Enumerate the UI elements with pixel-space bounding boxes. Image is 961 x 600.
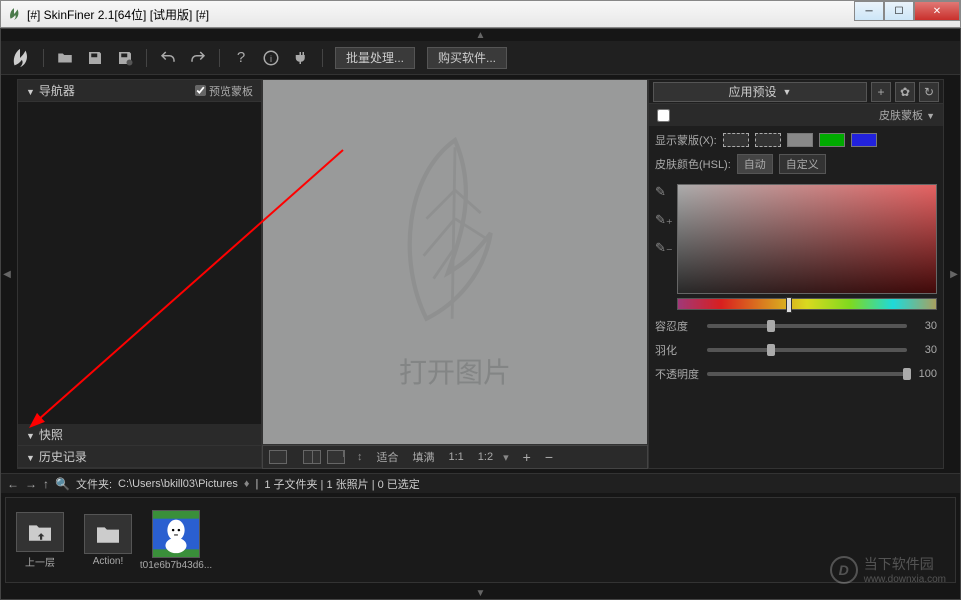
thumb-folder[interactable]: Action! — [78, 514, 138, 567]
close-button[interactable]: ✕ — [914, 1, 960, 21]
eyedropper-icon[interactable]: ✎ — [655, 184, 671, 200]
canvas-area[interactable]: 打开图片 — [262, 79, 648, 445]
snapshot-header[interactable]: ▼快照 — [18, 424, 261, 446]
nav-up-icon[interactable]: ↑ — [43, 477, 49, 491]
view-split-h-button[interactable] — [327, 450, 345, 464]
mask-swatch-dashed[interactable] — [755, 133, 781, 147]
path-stats: 1 子文件夹 | 1 张照片 | 0 已选定 — [264, 476, 419, 492]
mask-swatch-gray[interactable] — [787, 133, 813, 147]
history-label: 历史记录 — [39, 450, 87, 464]
window-title: [#] SkinFiner 2.1[64位] [试用版] [#] — [27, 6, 209, 23]
zoom-out-button[interactable]: − — [545, 449, 553, 465]
thumb-image[interactable]: t01e6b7b43d6... — [146, 510, 206, 571]
collapse-right-arrow[interactable]: ▶ — [948, 75, 960, 473]
feather-label: 羽化 — [655, 342, 701, 358]
center-panel: 打开图片 ↕ 适合 填满 1:1 1:2 ▾ + − — [262, 79, 648, 469]
opacity-value: 100 — [913, 368, 937, 380]
opacity-label: 不透明度 — [655, 366, 701, 382]
leaf-placeholder-icon — [380, 133, 530, 333]
app-icon — [7, 7, 21, 21]
mask-swatch-green[interactable] — [819, 133, 845, 147]
save-as-icon[interactable] — [116, 49, 134, 67]
mode-custom-button[interactable]: 自定义 — [779, 154, 826, 174]
preview-mask-checkbox[interactable]: 预览蒙板 — [195, 83, 253, 99]
hue-slider[interactable] — [677, 298, 937, 310]
apply-preset-button[interactable]: 应用预设▼ — [653, 82, 867, 102]
canvas-toolbar: ↕ 适合 填满 1:1 1:2 ▾ + − — [262, 445, 648, 469]
skin-color-label: 皮肤颜色(HSL): — [655, 156, 731, 172]
help-icon[interactable]: ? — [232, 49, 250, 67]
history-header[interactable]: ▼历史记录 — [18, 446, 261, 468]
minimize-button[interactable]: ─ — [854, 1, 884, 21]
navigator-label: 导航器 — [39, 84, 75, 98]
left-panel: ▼导航器 预览蒙板 ▼快照 ▼历史记录 — [17, 79, 262, 469]
mode-auto-button[interactable]: 自动 — [737, 154, 773, 174]
preset-add-button[interactable]: + — [871, 82, 891, 102]
mask-swatch-none[interactable] — [723, 133, 749, 147]
info-icon[interactable]: i — [262, 49, 280, 67]
zoom-1-1-button[interactable]: 1:1 — [449, 451, 464, 463]
nav-back-icon[interactable]: ← — [7, 477, 19, 491]
main-toolbar: ? i 批量处理... 购买软件... — [1, 41, 960, 75]
eyedropper-add-icon[interactable]: ✎₊ — [655, 212, 671, 228]
zoom-1-2-button[interactable]: 1:2 — [478, 451, 493, 463]
zoom-in-button[interactable]: + — [523, 449, 531, 465]
color-picker[interactable] — [677, 184, 937, 294]
save-icon[interactable] — [86, 49, 104, 67]
plug-icon[interactable] — [292, 49, 310, 67]
skin-mask-header[interactable]: 皮肤蒙板 ▼ — [649, 104, 943, 126]
opacity-slider[interactable] — [707, 372, 907, 376]
path-label: 文件夹: — [76, 476, 112, 492]
redo-icon[interactable] — [189, 49, 207, 67]
feather-value: 30 — [913, 344, 937, 356]
batch-process-button[interactable]: 批量处理... — [335, 47, 415, 69]
view-single-button[interactable] — [269, 450, 287, 464]
zoom-fit-button[interactable]: 适合 — [377, 449, 399, 465]
tolerance-label: 容忍度 — [655, 318, 701, 334]
view-split-v-button[interactable] — [303, 450, 321, 464]
tolerance-slider[interactable] — [707, 324, 907, 328]
maximize-button[interactable]: ☐ — [884, 1, 914, 21]
nav-forward-icon[interactable]: → — [25, 477, 37, 491]
right-panel: 应用预设▼ + ✿ ↻ 皮肤蒙板 ▼ 显示蒙版(X): 皮 — [648, 79, 944, 469]
svg-text:i: i — [270, 53, 272, 63]
preset-refresh-button[interactable]: ↻ — [919, 82, 939, 102]
path-value[interactable]: C:\Users\bkill03\Pictures — [118, 478, 238, 490]
thumb-up-folder[interactable]: 上一层 — [10, 512, 70, 569]
show-mask-label: 显示蒙版(X): — [655, 132, 717, 148]
path-bar: ← → ↑ 🔍 文件夹: C:\Users\bkill03\Pictures ♦… — [1, 473, 960, 493]
open-folder-icon[interactable] — [56, 49, 74, 67]
collapse-bottom-arrow[interactable]: ▼ — [1, 587, 960, 599]
collapse-left-arrow[interactable]: ◀ — [1, 75, 13, 473]
nav-search-icon[interactable]: 🔍 — [55, 477, 70, 491]
preset-settings-button[interactable]: ✿ — [895, 82, 915, 102]
eyedropper-sub-icon[interactable]: ✎₋ — [655, 240, 671, 256]
thumbnail-strip: 上一层 Action! t01e6b7b43d6... — [5, 497, 956, 583]
tolerance-value: 30 — [913, 320, 937, 332]
buy-software-button[interactable]: 购买软件... — [427, 47, 507, 69]
open-image-label: 打开图片 — [399, 351, 511, 391]
collapse-top-arrow[interactable]: ▲ — [1, 29, 960, 41]
skin-mask-toggle[interactable] — [657, 109, 670, 122]
mask-swatch-blue[interactable] — [851, 133, 877, 147]
logo-icon — [9, 47, 31, 69]
zoom-fill-button[interactable]: 填满 — [413, 449, 435, 465]
feather-slider[interactable] — [707, 348, 907, 352]
navigator-header[interactable]: ▼导航器 预览蒙板 — [18, 80, 261, 102]
window-titlebar: [#] SkinFiner 2.1[64位] [试用版] [#] ─ ☐ ✕ — [0, 0, 961, 28]
undo-icon[interactable] — [159, 49, 177, 67]
snapshot-label: 快照 — [39, 428, 63, 442]
navigator-body — [18, 102, 261, 424]
